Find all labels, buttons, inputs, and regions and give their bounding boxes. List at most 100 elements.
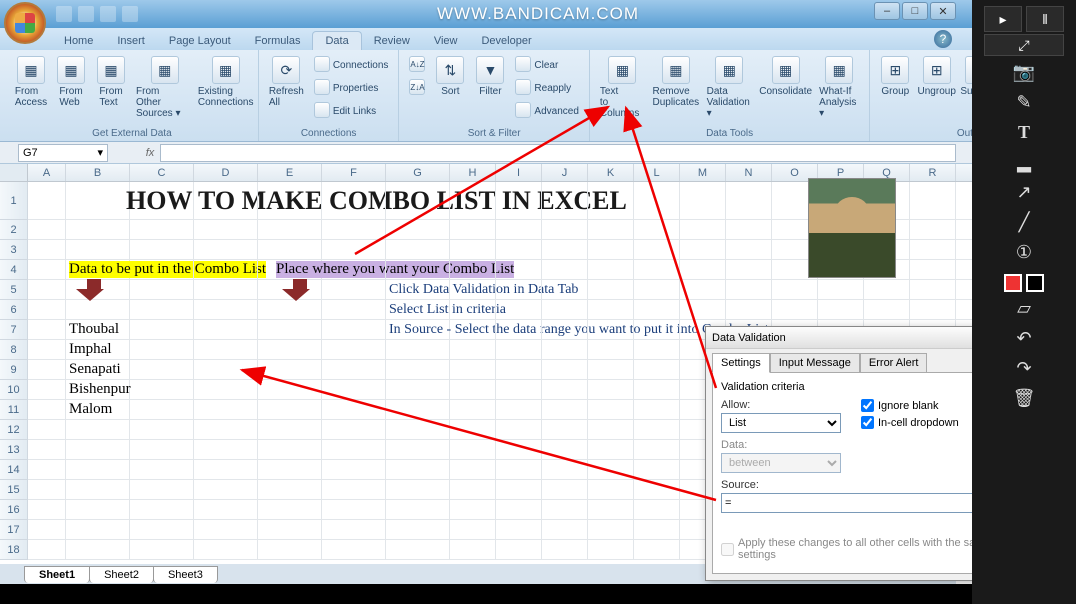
- cell-I4[interactable]: [496, 260, 542, 280]
- col-header-E[interactable]: E: [258, 164, 322, 181]
- col-header-K[interactable]: K: [588, 164, 634, 181]
- cell-Q6[interactable]: [864, 300, 910, 320]
- row-header-2[interactable]: 2: [0, 220, 28, 240]
- cell-C8[interactable]: [130, 340, 194, 360]
- cell-A10[interactable]: [28, 380, 66, 400]
- cell-M5[interactable]: [680, 280, 726, 300]
- cell-G9[interactable]: [386, 360, 450, 380]
- cell-J1[interactable]: [542, 182, 588, 220]
- cell-D6[interactable]: [194, 300, 258, 320]
- text-to-columns-button[interactable]: ▦Textto Columns: [596, 54, 649, 121]
- cell-F12[interactable]: [322, 420, 386, 440]
- cell-F13[interactable]: [322, 440, 386, 460]
- highlight-icon[interactable]: ▂: [1002, 148, 1046, 176]
- cell-K8[interactable]: [588, 340, 634, 360]
- row-header-17[interactable]: 17: [0, 520, 28, 540]
- cell-C1[interactable]: [130, 182, 194, 220]
- cell-D14[interactable]: [194, 460, 258, 480]
- cell-H13[interactable]: [450, 440, 496, 460]
- cell-D17[interactable]: [194, 520, 258, 540]
- cell-F11[interactable]: [322, 400, 386, 420]
- cell-D15[interactable]: [194, 480, 258, 500]
- cell-L17[interactable]: [634, 520, 680, 540]
- cell-B13[interactable]: [66, 440, 130, 460]
- cell-B6[interactable]: [66, 300, 130, 320]
- cell-G16[interactable]: [386, 500, 450, 520]
- redo-icon[interactable]: ↷: [1002, 354, 1046, 382]
- cell-D3[interactable]: [194, 240, 258, 260]
- cell-H16[interactable]: [450, 500, 496, 520]
- cell-N3[interactable]: [726, 240, 772, 260]
- cell-A4[interactable]: [28, 260, 66, 280]
- cell-L15[interactable]: [634, 480, 680, 500]
- cell-K9[interactable]: [588, 360, 634, 380]
- clear-button[interactable]: Clear: [511, 54, 582, 76]
- cell-K13[interactable]: [588, 440, 634, 460]
- col-header-F[interactable]: F: [322, 164, 386, 181]
- cell-I17[interactable]: [496, 520, 542, 540]
- sort-asc-button[interactable]: A↓Z: [405, 54, 429, 76]
- cell-J17[interactable]: [542, 520, 588, 540]
- cell-H11[interactable]: [450, 400, 496, 420]
- cell-N2[interactable]: [726, 220, 772, 240]
- cell-A8[interactable]: [28, 340, 66, 360]
- cell-E11[interactable]: [258, 400, 322, 420]
- cell-N5[interactable]: [726, 280, 772, 300]
- cell-B10[interactable]: Bishenpur: [66, 380, 130, 400]
- cell-R3[interactable]: [910, 240, 956, 260]
- cell-J14[interactable]: [542, 460, 588, 480]
- select-all-corner[interactable]: [0, 164, 28, 181]
- row-header-7[interactable]: 7: [0, 320, 28, 340]
- cell-F8[interactable]: [322, 340, 386, 360]
- cell-C16[interactable]: [130, 500, 194, 520]
- cell-N1[interactable]: [726, 182, 772, 220]
- connections-button[interactable]: Connections: [310, 54, 393, 76]
- cell-L8[interactable]: [634, 340, 680, 360]
- cell-E9[interactable]: [258, 360, 322, 380]
- col-header-G[interactable]: G: [386, 164, 450, 181]
- cell-J7[interactable]: [542, 320, 588, 340]
- cell-G6[interactable]: Select List in criteria: [386, 300, 450, 320]
- col-header-J[interactable]: J: [542, 164, 588, 181]
- cell-E18[interactable]: [258, 540, 322, 560]
- tab-formulas[interactable]: Formulas: [243, 32, 313, 50]
- row-header-9[interactable]: 9: [0, 360, 28, 380]
- group-button[interactable]: ⊞Group: [876, 54, 914, 99]
- cell-L4[interactable]: [634, 260, 680, 280]
- sheet-tab-sheet1[interactable]: Sheet1: [24, 566, 90, 583]
- cell-M2[interactable]: [680, 220, 726, 240]
- cell-H9[interactable]: [450, 360, 496, 380]
- cell-G15[interactable]: [386, 480, 450, 500]
- from-web-button[interactable]: ▦FromWeb: [52, 54, 90, 110]
- row-header-13[interactable]: 13: [0, 440, 28, 460]
- from-access-button[interactable]: ▦FromAccess: [12, 54, 50, 110]
- cell-I9[interactable]: [496, 360, 542, 380]
- cell-G10[interactable]: [386, 380, 450, 400]
- cell-H8[interactable]: [450, 340, 496, 360]
- name-box[interactable]: G7▾: [18, 144, 108, 162]
- cell-C4[interactable]: [130, 260, 194, 280]
- trash-icon[interactable]: 🗑: [1002, 384, 1046, 412]
- close-button[interactable]: ✕: [930, 2, 956, 20]
- cell-R6[interactable]: [910, 300, 956, 320]
- cell-G7[interactable]: In Source - Select the data range you wa…: [386, 320, 450, 340]
- cell-G3[interactable]: [386, 240, 450, 260]
- cell-J3[interactable]: [542, 240, 588, 260]
- cell-G1[interactable]: [386, 182, 450, 220]
- properties-button[interactable]: Properties: [310, 77, 393, 99]
- cell-J6[interactable]: [542, 300, 588, 320]
- cell-J13[interactable]: [542, 440, 588, 460]
- cell-K6[interactable]: [588, 300, 634, 320]
- cell-B2[interactable]: [66, 220, 130, 240]
- text-icon[interactable]: T: [1002, 118, 1046, 146]
- cell-A2[interactable]: [28, 220, 66, 240]
- cell-F7[interactable]: [322, 320, 386, 340]
- sheet-tab-sheet3[interactable]: Sheet3: [153, 566, 218, 583]
- cell-C17[interactable]: [130, 520, 194, 540]
- cell-F16[interactable]: [322, 500, 386, 520]
- rec-expand-icon[interactable]: ▸: [984, 6, 1022, 32]
- cell-H7[interactable]: [450, 320, 496, 340]
- cell-M4[interactable]: [680, 260, 726, 280]
- cell-C7[interactable]: [130, 320, 194, 340]
- row-header-18[interactable]: 18: [0, 540, 28, 560]
